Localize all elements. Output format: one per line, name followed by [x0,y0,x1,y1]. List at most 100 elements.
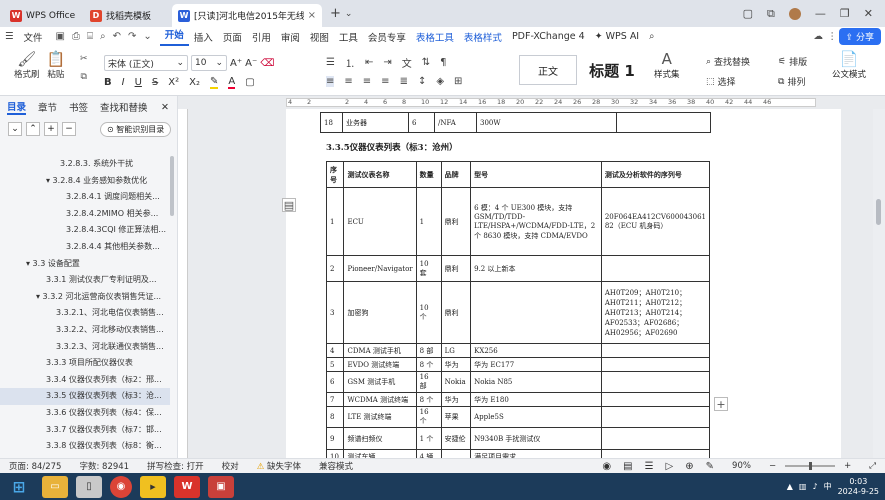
highlight-icon[interactable]: ✎ [209,76,219,89]
toc-item[interactable]: 3.3.2.1、河北电信仪表销售... [0,305,170,322]
menu-table-style[interactable]: 表格样式 [459,30,507,44]
outline-icon[interactable]: ☰ [645,461,654,472]
smart-toc-button[interactable]: ⊙ 智能识别目录 [100,121,172,137]
style-normal[interactable]: 正文 [519,55,577,85]
share-button[interactable]: ⇪ 分享 [838,28,881,45]
menu-insert[interactable]: 插入 [189,30,218,44]
toc-item[interactable]: 3.3.2.2、河北移动仪表销售... [0,322,170,339]
table-cell[interactable]: 1 [325,187,345,256]
table-cell[interactable]: 10 [325,449,345,458]
minimize-icon[interactable]: — [815,7,826,20]
tab-toc[interactable]: 目录 [7,99,27,115]
italic-icon[interactable]: I [122,77,125,88]
menu-table-tools[interactable]: 表格工具 [411,30,459,44]
table-cell[interactable] [600,406,711,428]
toc-item[interactable]: 3.3.5 仪器仪表列表（标3：沧... [0,388,170,405]
table-cell[interactable]: 6 [325,371,345,393]
number-list-icon[interactable]: ⒈ [345,55,355,70]
show-marks-icon[interactable]: ¶ [440,57,446,68]
layout-button[interactable]: ⚟ 排版 [778,55,807,69]
preview-icon[interactable]: ⌕ [100,31,106,42]
save-icon[interactable]: ▣ [56,31,65,42]
arrange-button[interactable]: ⧉ 排列 [778,75,805,89]
spell-check[interactable]: 拼写检查: 打开 [138,460,213,472]
table-cell[interactable]: AH0T209；AH0T210；AH0T211；AH0T212；AH0T213；… [600,281,711,344]
undo-icon[interactable]: ↶ [113,31,121,42]
web-view-icon[interactable]: ⊕ [685,461,693,472]
table-cell[interactable]: 华为 [440,392,472,407]
word-count[interactable]: 字数: 82941 [70,460,138,472]
player-icon[interactable]: ▶ [140,475,166,498]
table-cell[interactable]: 8 部 [415,343,442,358]
indent-increase-icon[interactable]: ⇥ [383,57,391,68]
underline-icon[interactable]: U [135,77,142,88]
subscript-icon[interactable]: X₂ [189,77,200,88]
table-cell[interactable] [440,449,472,458]
horizontal-ruler[interactable]: 4 2 2 4 6 8 10 12 14 16 18 20 22 24 26 28 30 32 34 36 38 40 42… [178,96,885,109]
align-left-icon[interactable]: ≡ [326,76,335,87]
files-icon[interactable]: ▯ [76,475,102,498]
toc-item[interactable]: ▾ 3.2.8.4 业务感知参数优化 [0,173,170,190]
table-cell[interactable]: 安捷伦 [440,427,472,450]
toc-item[interactable]: ▾ 3.3 设备配置 [0,256,170,273]
table-cell[interactable]: 10 套 [415,255,442,282]
select-button[interactable]: ⬚ 选择 [706,75,736,89]
bold-icon[interactable]: B [104,77,112,88]
align-right-icon[interactable]: ≡ [363,76,371,87]
expand-up-icon[interactable]: ⌃ [26,122,40,136]
justify-icon[interactable]: ≡ [381,76,389,87]
table-cell[interactable]: 7 [325,392,345,407]
align-center-icon[interactable]: ≡ [344,76,352,87]
proofread[interactable]: 校对 [213,460,248,472]
table-cell[interactable]: 华为 EC177 [470,357,602,372]
table-cell[interactable]: 测试车辆 [343,449,417,458]
toc-item[interactable]: 3.3.3 项目所配仪器仪表 [0,355,170,372]
table-handle-icon[interactable]: ▤ [282,198,296,212]
toc-item[interactable]: 3.3.6 仪器仪表列表（标4：保... [0,405,170,422]
menu-home[interactable]: 开始 [159,27,189,46]
window-layout-icon[interactable]: ▢ [743,7,753,20]
table-cell[interactable] [470,281,602,344]
toc-scrollbar[interactable] [170,156,174,216]
toc-item[interactable]: 3.3.4 仪器仪表列表（标2：邢... [0,372,170,389]
search-icon[interactable]: ⌕ [644,31,659,42]
tab-bookmark[interactable]: 书签 [69,100,88,114]
table-cell[interactable]: 6 模：4 个 UE300 模块，支持 GSM/TD/TDD-LTE/HSPA+… [470,187,602,256]
collapse-icon[interactable]: ⌄ [8,122,22,136]
redo-icon[interactable]: ↷ [128,31,136,42]
app-icon[interactable]: ▣ [208,475,234,498]
instrument-table[interactable]: 序号 测试仪表名称 数量 品牌 型号 测试及分析软件的序列号 1 ECU 1 鼎利 6 … [325,161,711,458]
toc-item[interactable]: 3.2.8.4.4 其他相关参数... [0,239,170,256]
table-cell[interactable]: LG [440,343,472,358]
table-cell[interactable]: 10 个 [415,281,442,344]
add-column-icon[interactable]: + [714,397,728,411]
table-cell[interactable]: Pioneer/Navigator [343,255,417,282]
toc-item[interactable]: 3.2.8.4.1 调度问题相关... [0,189,170,206]
chevron-down-icon[interactable]: ⌄ [345,9,353,19]
sort-icon[interactable]: ⇅ [422,57,430,68]
toc-item[interactable]: 3.3.1 测试仪表厂专利证明及... [0,272,170,289]
zoom-out-icon[interactable]: − [760,461,785,471]
table-cell[interactable]: Nokia [440,371,472,393]
menu-wps-ai[interactable]: ✦ WPS AI [590,31,644,42]
line-spacing-icon[interactable]: ↕ [418,76,426,87]
more-icon[interactable]: ⌄ [143,31,151,42]
table-cell[interactable]: Apple5S [470,406,602,428]
font-name-select[interactable]: 宋体 (正文) ⌄ [104,55,188,71]
toc-item[interactable]: 3.3.8 仪器仪表列表（标8：衡... [0,438,170,455]
table-cell[interactable]: 20F064EA412CV600043061 82（ECU 机身码） [600,187,711,256]
indent-decrease-icon[interactable]: ⇤ [365,57,373,68]
table-cell[interactable]: GSM 测试手机 [343,371,417,393]
network-icon[interactable]: ▥ [799,482,807,491]
restore-icon[interactable]: ❐ [840,7,850,20]
multi-window-icon[interactable]: ⧉ [767,7,775,21]
toc-item[interactable]: 3.2.8.4.2MIMO 相关参... [0,206,170,223]
edit-icon[interactable]: ✎ [706,461,714,472]
table-cell[interactable]: 16 部 [415,371,442,393]
close-window-icon[interactable]: ✕ [864,7,873,20]
font-color-icon[interactable]: A [228,76,236,89]
cut-icon[interactable]: ✂ [80,54,88,64]
font-size-select[interactable]: 10 ⌄ [191,55,227,71]
table-cell[interactable]: EVDO 测试终端 [343,357,417,372]
zoom-level[interactable]: 90% [723,461,760,471]
